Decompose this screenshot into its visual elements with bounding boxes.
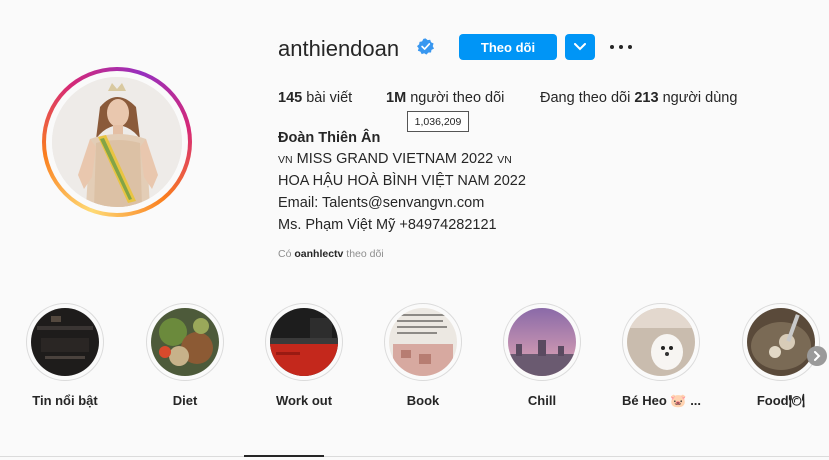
highlight-cover (31, 308, 99, 376)
following-count: 213 (634, 90, 659, 106)
followers-tooltip: 1,036,209 (407, 111, 469, 132)
profile-username: anthiendoan (278, 36, 400, 61)
chevron-down-icon (574, 43, 586, 51)
highlight-label: Bé Heo 🐷 ... (622, 393, 702, 408)
bio-contact: Ms. Phạm Việt Mỹ +84974282121 (278, 217, 497, 233)
highlight-item[interactable]: Chill (503, 303, 581, 408)
bio-line-1: VN MISS GRAND VIETNAM 2022 VN (278, 151, 512, 167)
highlight-item[interactable]: Bé Heo 🐷 ... (622, 303, 702, 409)
followers-stat[interactable]: 1M người theo dõi (386, 90, 504, 106)
highlight-label: Food🍽 (756, 393, 806, 408)
highlights-next-button[interactable] (807, 346, 827, 366)
following-prefix: Đang theo dõi (540, 90, 631, 106)
highlight-label: Work out (275, 393, 333, 408)
followers-label: người theo dõi (410, 90, 505, 106)
chevron-right-icon (814, 351, 821, 361)
active-tab-indicator (244, 455, 324, 457)
highlight-item[interactable]: Book (384, 303, 462, 408)
posts-count: 145 (278, 90, 303, 106)
following-suffix: người dùng (662, 90, 738, 106)
suggested-accounts-button[interactable] (565, 34, 595, 60)
highlight-cover (270, 308, 338, 376)
highlight-label: Diet (172, 393, 198, 408)
highlight-item[interactable]: Work out (265, 303, 343, 408)
highlight-cover (151, 308, 219, 376)
posts-label: bài viết (306, 90, 353, 106)
profile-avatar[interactable] (42, 67, 192, 217)
highlight-label: Chill (527, 393, 557, 408)
bio-full-name: Đoàn Thiên Ân (278, 130, 381, 146)
flag-vn-icon: VN (497, 154, 512, 166)
highlight-cover (627, 308, 695, 376)
flag-vn-icon: VN (278, 154, 293, 166)
followed-by[interactable]: Có oanhlectv theo dõi (278, 248, 384, 260)
follow-button[interactable]: Theo dõi (459, 34, 557, 60)
followed-by-user[interactable]: oanhlectv (294, 248, 343, 260)
bio-line-2: HOA HẬU HOÀ BÌNH VIỆT NAM 2022 (278, 173, 526, 189)
posts-stat: 145 bài viết (278, 90, 352, 106)
highlight-label: Tin nổi bật (32, 393, 98, 408)
highlight-cover (747, 308, 815, 376)
highlight-cover (508, 308, 576, 376)
highlight-cover (389, 308, 457, 376)
verified-badge-icon (417, 38, 434, 55)
following-stat[interactable]: Đang theo dõi 213 người dùng (540, 90, 737, 106)
followers-count: 1M (386, 90, 407, 106)
avatar-photo (52, 77, 182, 207)
highlight-item[interactable]: Diet (146, 303, 224, 408)
highlight-label: Book (406, 393, 440, 408)
bio-email: Email: Talents@senvangvn.com (278, 195, 485, 211)
highlight-item[interactable]: Tin nổi bật (26, 303, 104, 408)
more-options-icon[interactable] (610, 37, 632, 57)
tabs-divider (0, 456, 829, 457)
